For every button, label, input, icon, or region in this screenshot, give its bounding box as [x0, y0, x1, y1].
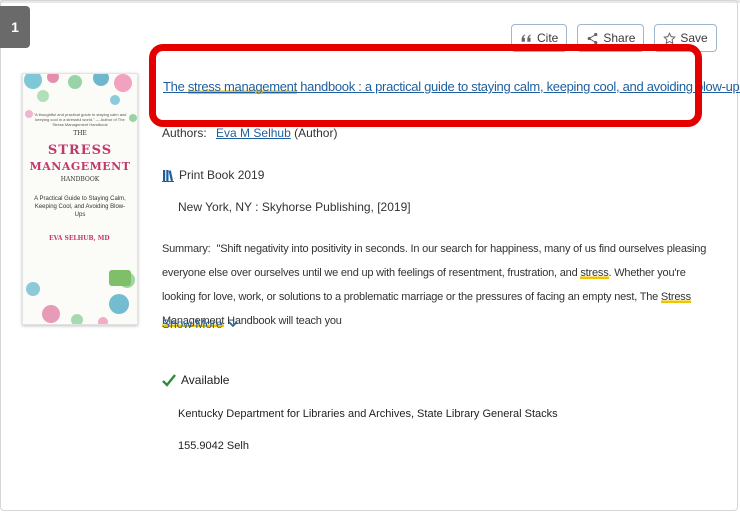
- availability-status: Available: [162, 373, 229, 387]
- author-role: (Author): [294, 126, 338, 140]
- star-icon: [663, 31, 677, 44]
- chevron-down-icon: [228, 321, 238, 328]
- share-icon: [587, 32, 598, 44]
- show-more-label: Show More: [162, 317, 223, 331]
- publisher: New York, NY : Skyhorse Publishing, [201…: [178, 200, 411, 214]
- authors-line: Authors: Eva M Selhub (Author): [162, 126, 337, 140]
- call-number: 155.9042 Selh: [178, 440, 249, 452]
- format-text: Print Book 2019: [179, 168, 265, 182]
- holding-location: Kentucky Department for Libraries and Ar…: [178, 408, 558, 420]
- save-label: Save: [680, 31, 708, 45]
- availability-label: Available: [181, 373, 230, 387]
- summary-part-5: Handbook will teach you: [224, 315, 342, 327]
- title-highlight-annotation: [149, 44, 702, 127]
- authors-label: Authors:: [162, 126, 207, 140]
- summary: Summary: "Shift negativity into positivit…: [162, 237, 717, 333]
- checkmark-icon: [162, 373, 176, 387]
- share-label: Share: [603, 31, 636, 45]
- result-number-badge: 1: [0, 6, 30, 48]
- result-number: 1: [11, 19, 19, 35]
- cover-floral-decoration: [24, 74, 137, 324]
- book-cover-image[interactable]: "A thoughtful and practical guide to sta…: [22, 73, 138, 325]
- cite-label: Cite: [537, 31, 559, 45]
- show-more-button[interactable]: Show More: [162, 317, 238, 331]
- summary-highlighted-term: stress: [580, 267, 609, 279]
- author-link[interactable]: Eva M Selhub: [216, 126, 291, 140]
- format-line: Print Book 2019: [162, 168, 264, 182]
- book-icon: [162, 169, 174, 182]
- quote-icon: [521, 33, 531, 42]
- summary-label: Summary:: [162, 243, 211, 255]
